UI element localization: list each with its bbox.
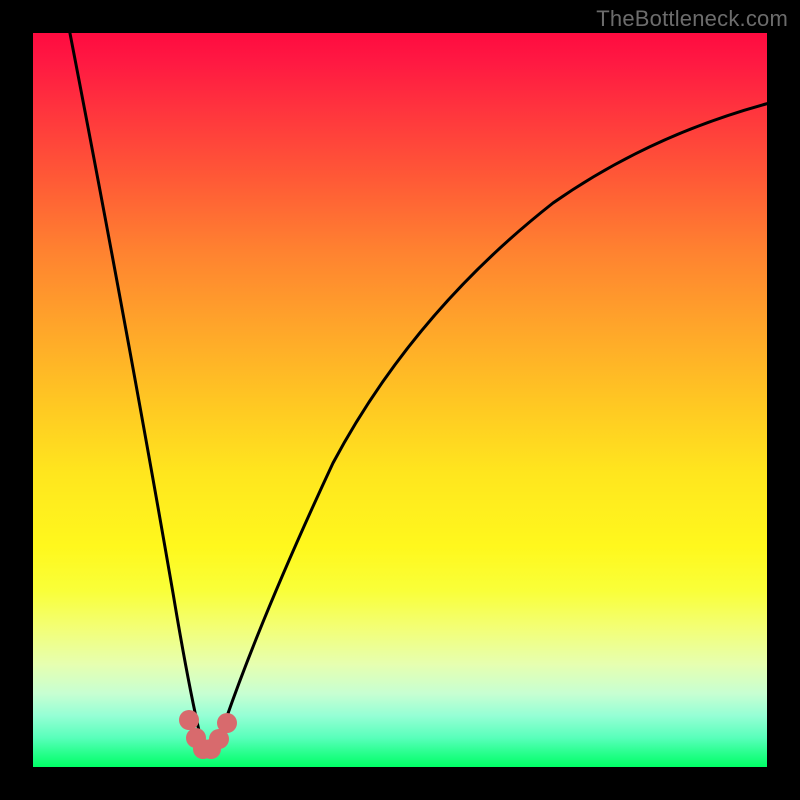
marker-dot (179, 710, 199, 730)
bottleneck-curve (33, 33, 767, 767)
minimum-markers (179, 710, 237, 759)
watermark-text: TheBottleneck.com (596, 6, 788, 32)
chart-frame: TheBottleneck.com (0, 0, 800, 800)
plot-area (33, 33, 767, 767)
marker-dot (217, 713, 237, 733)
curve-left-branch (68, 33, 208, 755)
curve-right-branch (208, 101, 767, 755)
